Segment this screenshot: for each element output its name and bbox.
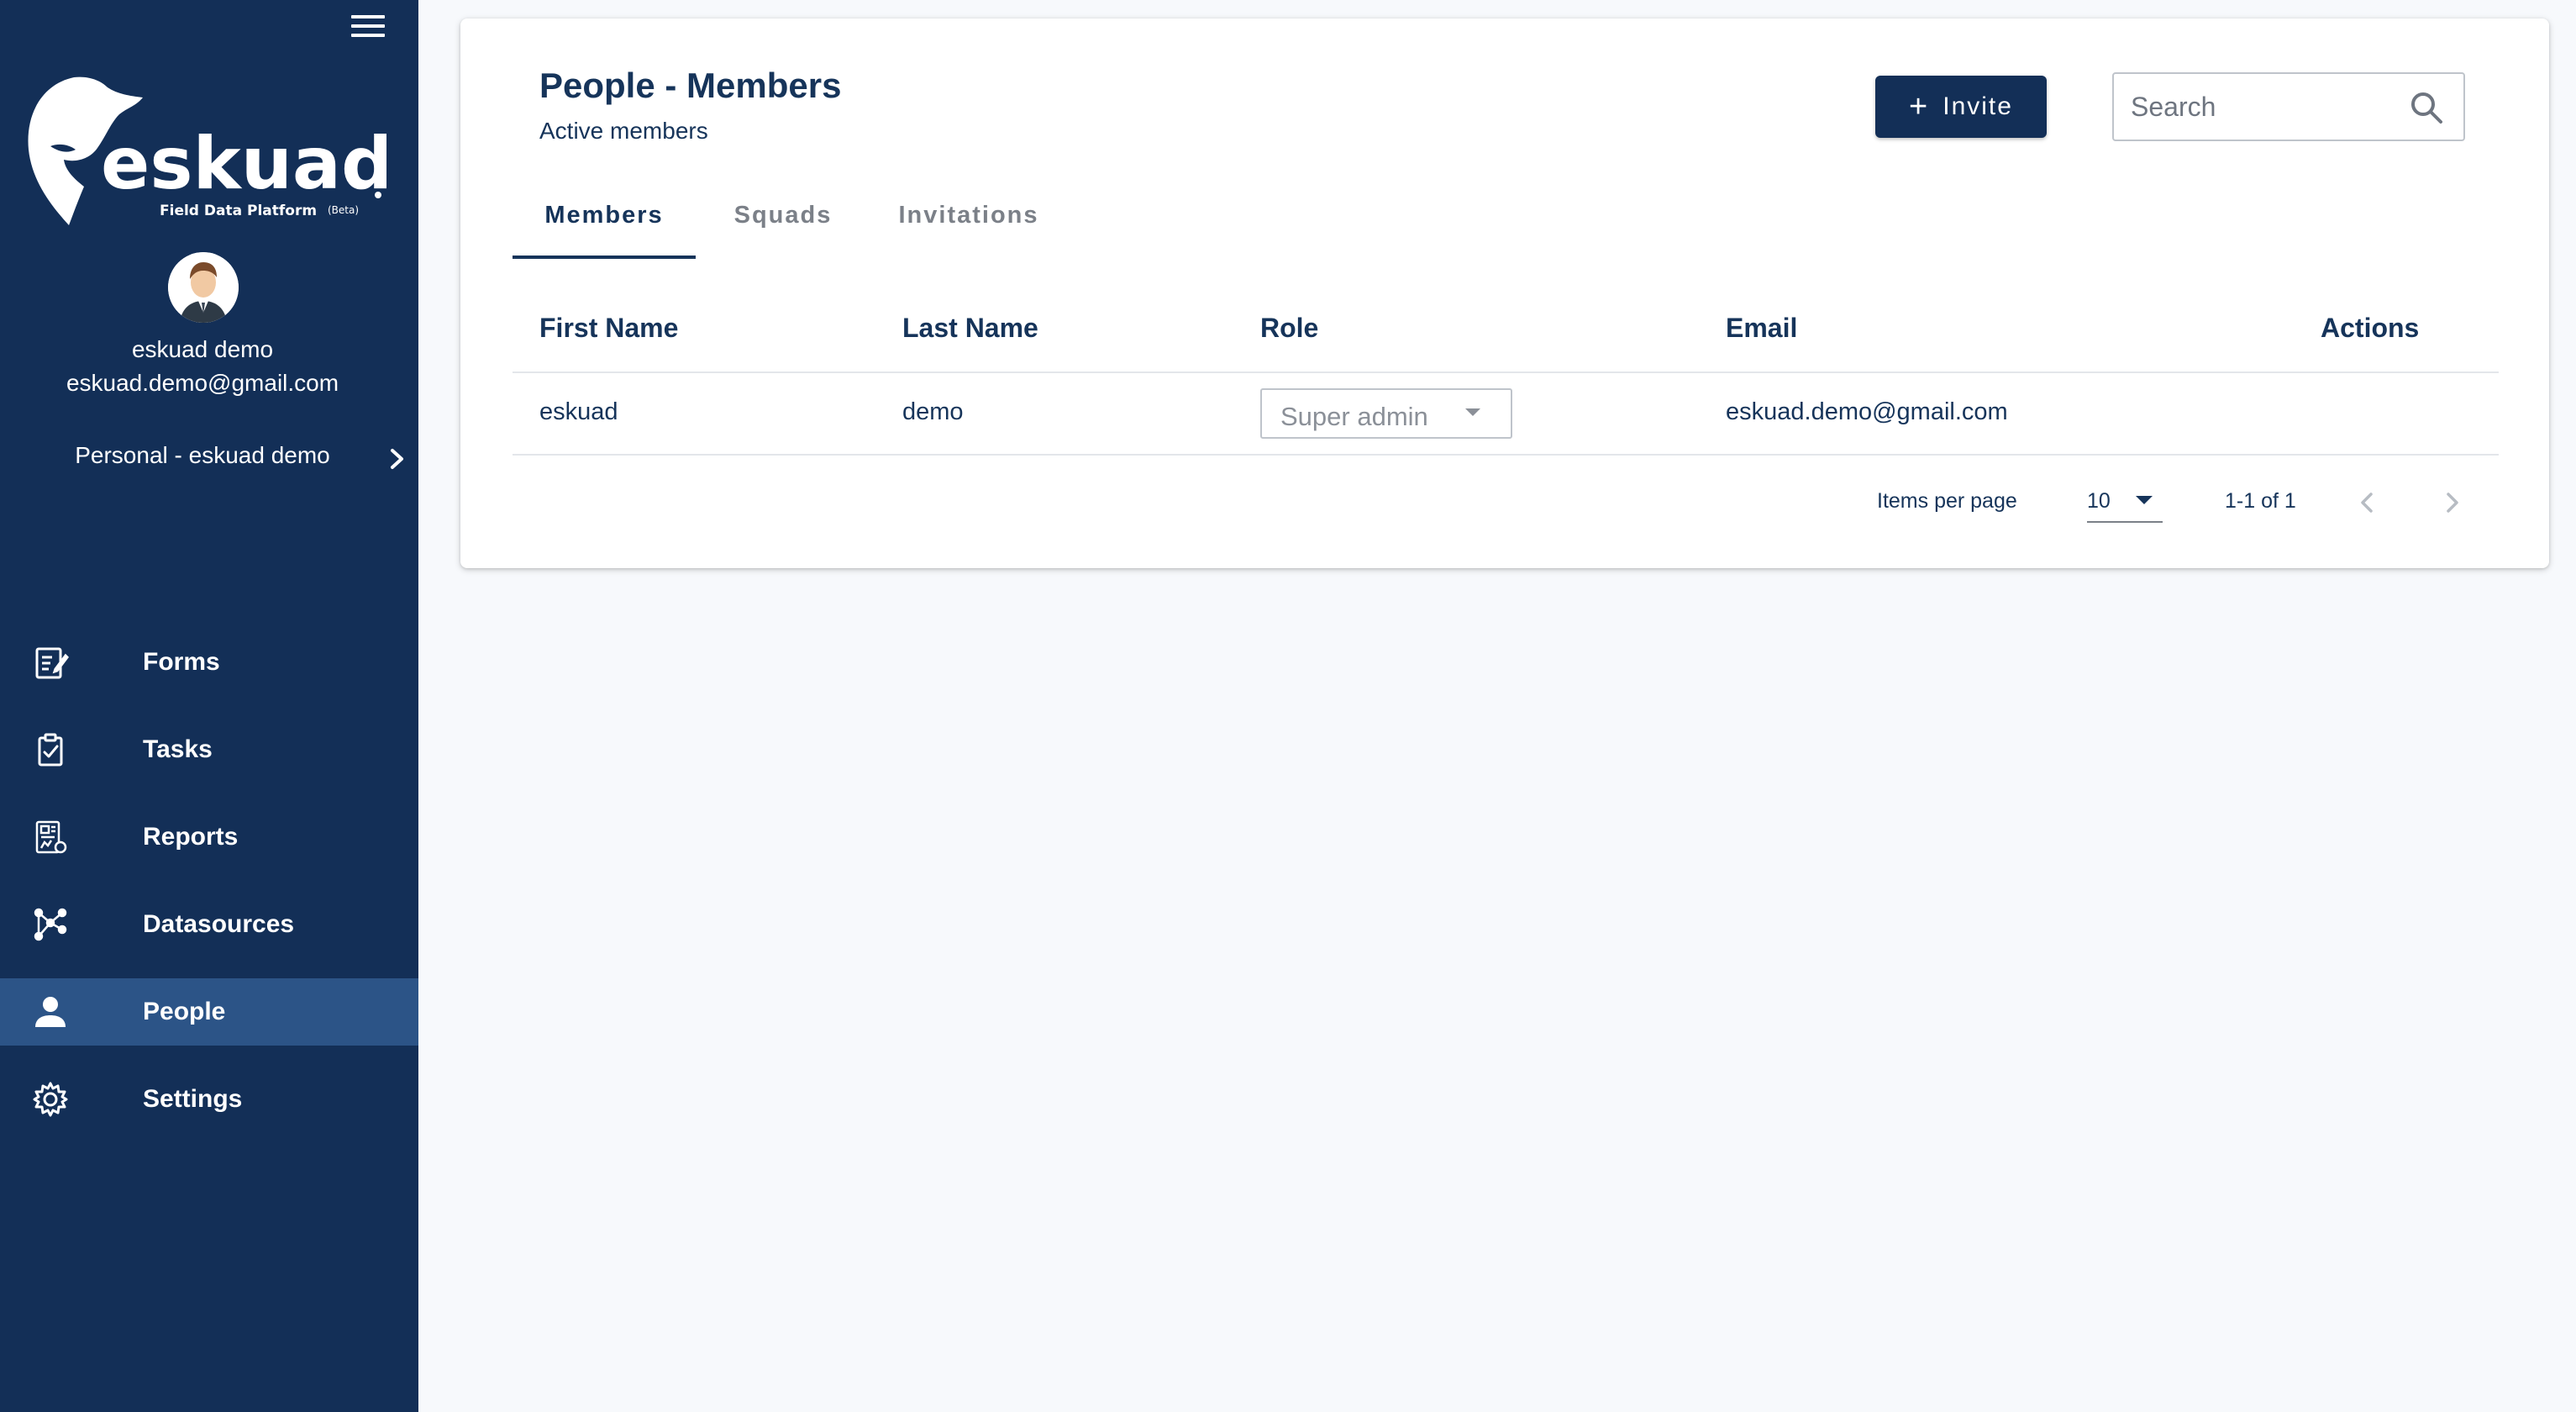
gear-icon [32, 1081, 69, 1118]
sidebar-item-people[interactable]: People [0, 978, 418, 1046]
plus-icon: + [1909, 89, 1928, 124]
items-per-page-label: Items per page [1877, 489, 2017, 513]
role-select[interactable]: Super admin [1260, 388, 1512, 439]
paginator: Items per page 10 1-1 of 1 [460, 456, 2549, 556]
svg-text:eskuad: eskuad [101, 122, 386, 206]
page-range-label: 1-1 of 1 [2225, 489, 2296, 513]
forms-icon [32, 644, 69, 681]
invite-button[interactable]: + Invite [1875, 76, 2047, 138]
workspace-label: Personal - eskuad demo [75, 442, 330, 468]
caret-down-icon [1465, 408, 1480, 416]
members-card: People - Members Active members + Invite… [460, 18, 2549, 568]
sidebar-item-label: Settings [143, 1085, 243, 1113]
page-subtitle: Active members [539, 118, 708, 144]
sidebar-nav: Forms Tasks Reports Datasources People S… [0, 619, 418, 1143]
svg-text:Field Data Platform: Field Data Platform [160, 203, 317, 219]
sidebar-item-label: Forms [143, 648, 220, 676]
tab-invitations[interactable]: Invitations [874, 176, 1064, 259]
items-per-page-select[interactable]: 10 [2087, 482, 2163, 523]
cell-email: eskuad.demo@gmail.com [1726, 398, 2008, 425]
page-title: People - Members [539, 66, 842, 105]
cell-last-name: demo [902, 398, 964, 425]
sidebar-item-label: Reports [143, 823, 239, 851]
column-header-actions: Actions [2321, 313, 2420, 343]
tab-squads[interactable]: Squads [707, 176, 859, 259]
menu-toggle-icon[interactable] [351, 15, 385, 40]
sidebar-item-forms[interactable]: Forms [0, 619, 418, 706]
caret-down-icon [2136, 496, 2153, 504]
column-header-role[interactable]: Role [1260, 313, 1318, 344]
sidebar-item-label: Tasks [143, 735, 213, 763]
table-header: First Name Last Name Role Email Actions [513, 286, 2499, 373]
previous-page-button[interactable] [2342, 477, 2393, 528]
user-name: eskuad demo [131, 336, 274, 362]
svg-text:(Beta): (Beta) [328, 204, 359, 216]
chevron-right-icon [2447, 493, 2458, 513]
tab-members[interactable]: Members [513, 176, 696, 259]
sidebar-item-reports[interactable]: Reports [0, 793, 418, 881]
workspace-selector[interactable]: Personal - eskuad demo [0, 437, 418, 484]
column-header-last-name[interactable]: Last Name [902, 313, 1038, 344]
items-per-page-value: 10 [2087, 489, 2111, 513]
sidebar-item-settings[interactable]: Settings [0, 1056, 418, 1143]
column-header-email[interactable]: Email [1726, 313, 1797, 344]
cell-first-name: eskuad [539, 398, 618, 425]
search-icon[interactable] [2408, 89, 2445, 126]
chevron-right-icon [385, 442, 410, 476]
sidebar-item-datasources[interactable]: Datasources [0, 881, 418, 968]
person-icon [32, 993, 69, 1030]
avatar [168, 252, 239, 323]
sidebar-item-label: Datasources [143, 910, 295, 938]
column-header-first-name[interactable]: First Name [539, 313, 678, 344]
next-page-button[interactable] [2426, 477, 2477, 528]
role-value: Super admin [1280, 402, 1428, 431]
tasks-icon [32, 731, 69, 768]
eskuad-logo: eskuad Field Data Platform (Beta) [25, 72, 393, 232]
user-email: eskuad.demo@gmail.com [66, 370, 339, 396]
sidebar-item-tasks[interactable]: Tasks [0, 706, 418, 793]
sidebar: eskuad Field Data Platform (Beta) eskuad… [0, 0, 418, 1412]
chevron-left-icon [2361, 493, 2373, 513]
search-input[interactable] [2131, 74, 2400, 140]
invite-button-label: Invite [1943, 92, 2013, 120]
reports-icon [32, 819, 69, 856]
search-box[interactable] [2112, 72, 2465, 141]
datasources-icon [32, 906, 69, 943]
sidebar-item-label: People [143, 998, 226, 1025]
table-row: eskuad demo Super admin eskuad.demo@gmai… [513, 373, 2499, 456]
